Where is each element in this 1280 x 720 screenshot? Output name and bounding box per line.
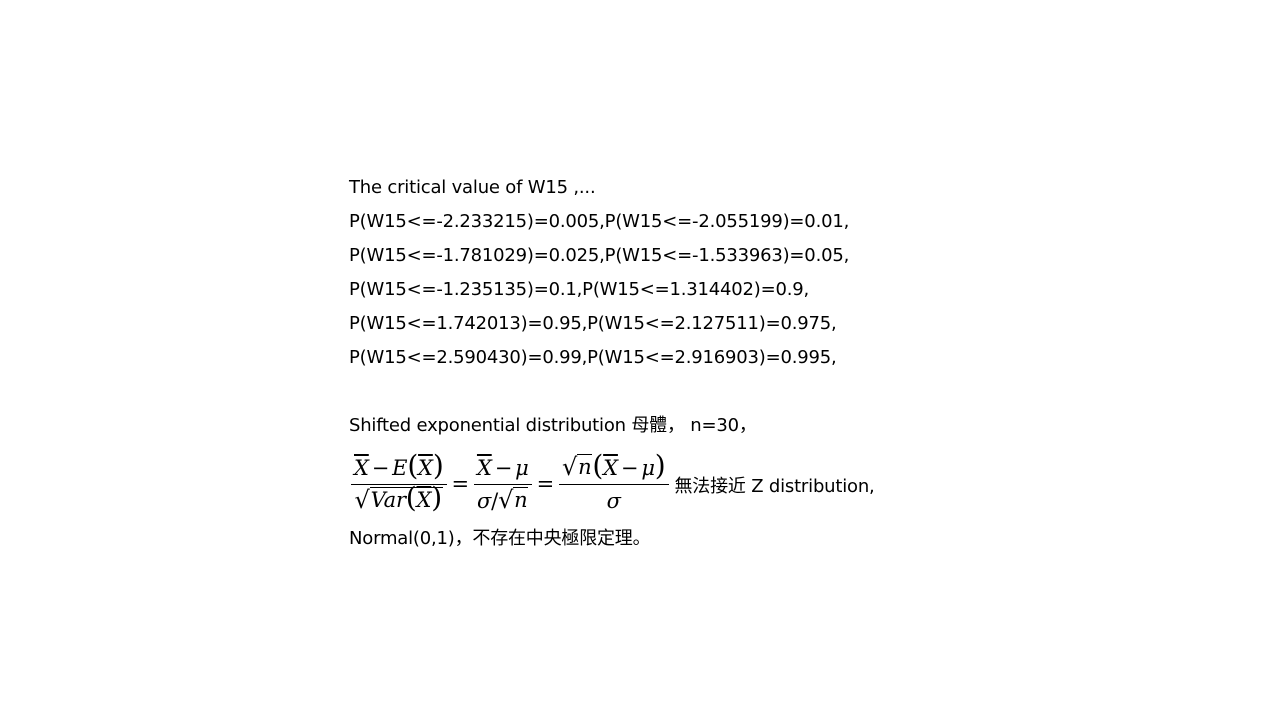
standardization-formula-row: X − E(X) √ Var(X) = X − μ σ/√ n = √ n (X… [349,446,875,522]
formula-tail-text: 無法接近 Z distribution, [674,476,875,497]
prob-line-2: P(W15<=-1.781029)=0.025,P(W15<=-1.533963… [349,245,850,266]
sqrt-var: √ Var(X) [354,480,444,514]
shifted-exponential-line: Shifted exponential distribution 母體， n=3… [349,415,757,436]
prob-line-3: P(W15<=-1.235135)=0.1,P(W15<=1.314402)=0… [349,279,810,300]
equals-sign-1: = [451,472,470,496]
fraction-1-denominator: √ Var(X) [352,480,447,515]
fraction-2-numerator: X − μ [473,454,532,485]
normal-clt-line: Normal(0,1)，不存在中央極限定理。 [349,528,651,549]
fraction-3: √ n (X − μ) σ [558,451,669,515]
title-line: The critical value of W15 ,... [349,177,596,198]
prob-line-5: P(W15<=2.590430)=0.99,P(W15<=2.916903)=0… [349,347,837,368]
fraction-1: X − E(X) √ Var(X) [351,451,447,515]
fraction-2-denominator: σ/√ n [477,485,529,514]
prob-line-4: P(W15<=1.742013)=0.95,P(W15<=2.127511)=0… [349,313,837,334]
equals-sign-2: = [536,472,555,496]
slide-content: The critical value of W15 ,... P(W15<=-2… [349,174,875,556]
slide: The critical value of W15 ,... P(W15<=-2… [0,0,1280,720]
fraction-3-numerator: √ n (X − μ) [558,451,669,485]
fraction-3-denominator: σ [606,488,621,513]
fraction-2: X − μ σ/√ n [473,454,532,515]
prob-line-1: P(W15<=-2.233215)=0.005,P(W15<=-2.055199… [349,211,850,232]
standardization-formula: X − E(X) √ Var(X) = X − μ σ/√ n = √ n (X… [349,451,671,515]
